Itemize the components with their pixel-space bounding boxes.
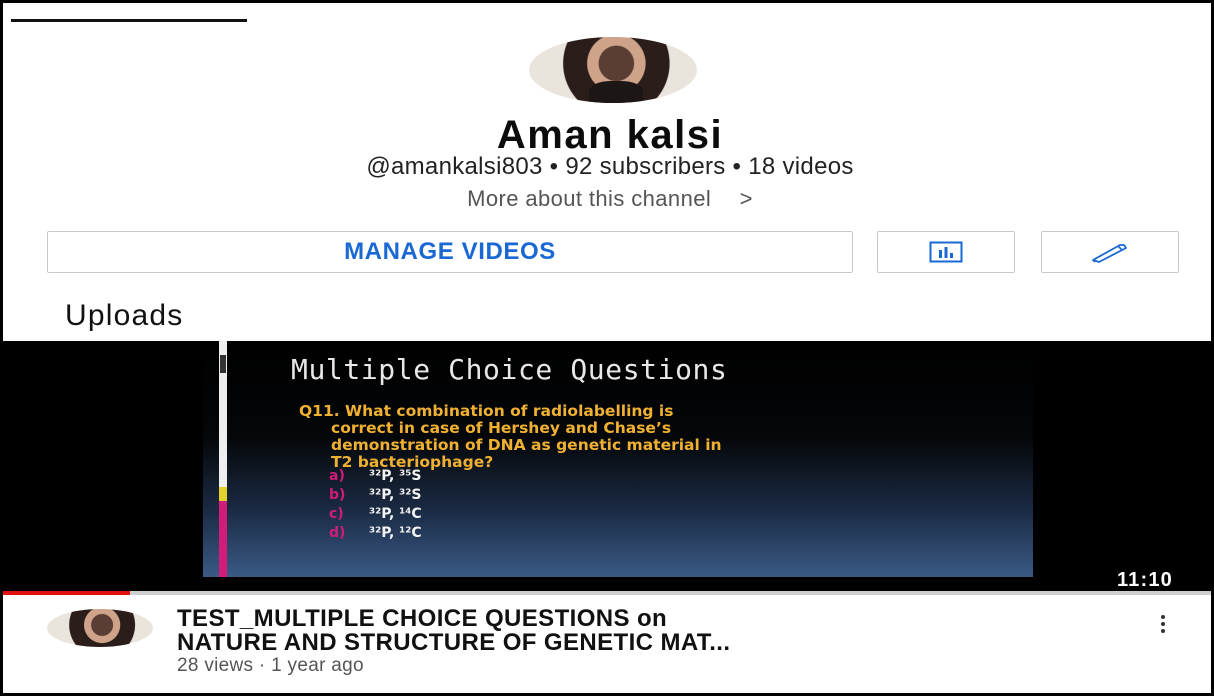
option-text: ³²P, ¹²C (369, 525, 422, 541)
uploads-heading: Uploads (65, 299, 184, 332)
thumbnail-slide: Multiple Choice Questions Q11. What comb… (203, 341, 1033, 577)
option-text: ³²P, ³²S (369, 487, 422, 503)
channel-name: Aman kalsi (496, 113, 724, 157)
more-about-link[interactable]: More about this channel > (3, 186, 1211, 212)
video-duration-badge: 11:10 (1116, 569, 1173, 591)
analytics-button[interactable] (877, 231, 1015, 273)
more-about-label: More about this channel (467, 186, 712, 211)
slide-bar-pink-segment (219, 501, 227, 577)
channel-meta: @amankalsi803 • 92 subscribers • 18 vide… (366, 153, 854, 180)
option-text: ³²P, ¹⁴C (369, 506, 422, 522)
video-channel-avatar[interactable] (47, 609, 153, 647)
video-title[interactable]: TEST_MULTIPLE CHOICE QUESTIONS on NATURE… (177, 607, 1137, 655)
question-line-1: Q11. What combination of radiolabelling … (299, 402, 674, 420)
option-letter: a) (329, 468, 345, 484)
option-letter: b) (329, 487, 346, 503)
option-d: d) ³²P, ¹²C (329, 524, 422, 543)
video-title-line-2: NATURE AND STRUCTURE OF GENETIC MAT... (177, 631, 731, 655)
edit-channel-button[interactable] (1041, 231, 1179, 273)
video-title-line-1: TEST_MULTIPLE CHOICE QUESTIONS on (177, 607, 668, 631)
chevron-right-icon: > (739, 186, 753, 211)
header-divider (11, 19, 247, 22)
slide-title: Multiple Choice Questions (291, 353, 728, 386)
question-line-3: demonstration of DNA as genetic material… (331, 436, 722, 454)
option-letter: d) (329, 525, 346, 541)
slide-question: Q11. What combination of radiolabelling … (299, 403, 939, 471)
slide-bar-yellow-segment (219, 487, 227, 501)
option-text: ³²P, ³⁵S (369, 468, 422, 484)
avatar-figure (589, 81, 643, 103)
watch-progress-bar (3, 591, 130, 595)
option-letter: c) (329, 506, 344, 522)
channel-avatar[interactable] (529, 37, 697, 103)
more-options-icon[interactable] (1153, 609, 1173, 639)
slide-options: a) ³²P, ³⁵S b) ³²P, ³²S c) ³²P, ¹⁴C d) ³… (329, 467, 422, 543)
screen-frame: Aman kalsi @amankalsi803 • 92 subscriber… (0, 0, 1214, 696)
option-b: b) ³²P, ³²S (329, 486, 422, 505)
option-c: c) ³²P, ¹⁴C (329, 505, 422, 524)
slide-bar-dark-segment (220, 355, 226, 373)
analytics-icon (929, 241, 963, 263)
manage-videos-button[interactable]: MANAGE VIDEOS (47, 231, 853, 273)
video-meta: 28 views · 1 year ago (177, 655, 364, 676)
watch-progress-track (130, 591, 1211, 595)
pencil-icon (1092, 244, 1127, 263)
option-a: a) ³²P, ³⁵S (329, 467, 422, 486)
slide-accent-bar (219, 341, 227, 577)
manage-videos-label: MANAGE VIDEOS (344, 238, 556, 265)
question-line-2: correct in case of Hershey and Chase’s (331, 419, 672, 437)
